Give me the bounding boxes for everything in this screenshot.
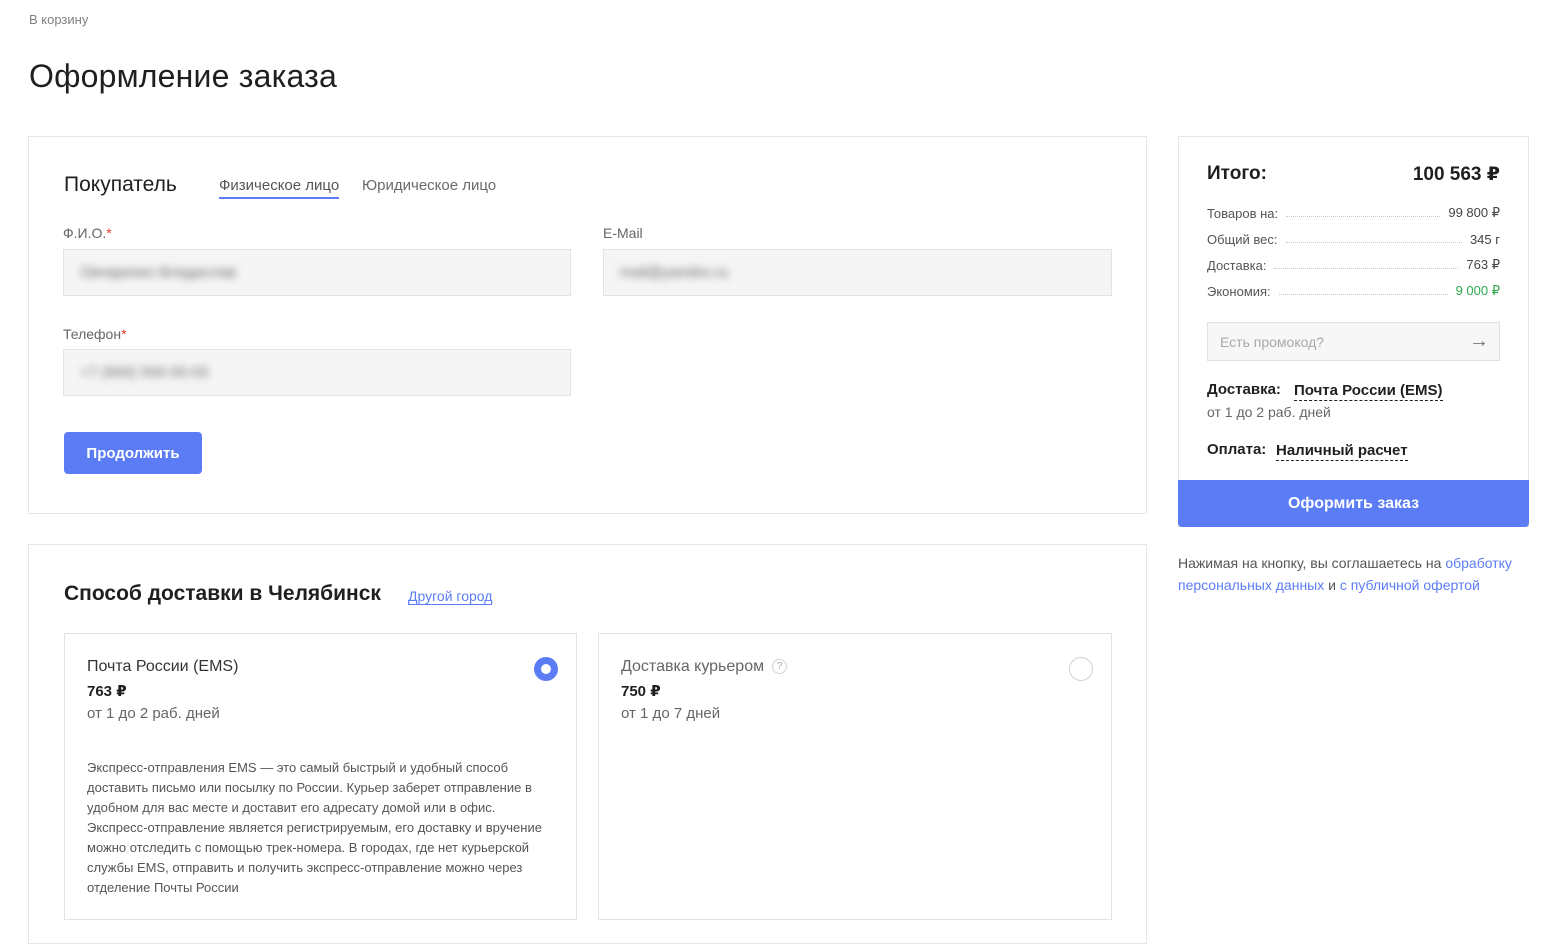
summary-payment-label: Оплата: [1207,441,1267,458]
summary-total: 100 563 ₽ [1412,164,1500,185]
row-label: Доставка: [1207,258,1267,273]
option-term: от 1 до 2 раб. дней [87,705,220,722]
summary-delivery-value[interactable]: Почта России (EMS) [1294,382,1443,401]
buyer-section: Покупатель Физическое лицо Юридическое л… [28,136,1147,514]
place-order-button[interactable]: Оформить заказ [1178,480,1529,527]
dotted-leader [1278,294,1448,295]
option-price: 763 ₽ [87,683,127,700]
tab-legal-entity[interactable]: Юридическое лицо [362,177,496,197]
option-name-wrap: Доставка курьером? [621,658,788,676]
required-mark: * [106,225,112,241]
page-title: Оформление заказа [29,58,337,94]
required-mark: * [121,326,127,342]
dotted-leader [1286,216,1441,217]
email-value: mail@yandex.ru [620,264,729,281]
radio-selected[interactable] [534,657,558,681]
option-description: Экспресс-отправления EMS — это самый быс… [87,760,542,895]
summary-title: Итого: [1207,163,1267,184]
summary-row: Общий вес: 345 г [1207,229,1500,247]
delivery-section: Способ доставки в Челябинск Другой город… [28,544,1147,944]
email-field[interactable]: mail@yandex.ru [603,249,1112,296]
delivery-option-ems[interactable]: Почта России (EMS) 763 ₽ от 1 до 2 раб. … [64,633,577,920]
option-price: 750 ₽ [621,683,661,700]
row-value: 345 г [1469,232,1500,247]
back-to-cart-link[interactable]: В корзину [29,12,88,27]
row-label: Экономия: [1207,284,1271,299]
phone-field[interactable]: +7 (900) 555-55-55 [63,349,571,396]
delivery-option-courier[interactable]: Доставка курьером? 750 ₽ от 1 до 7 дней [598,633,1112,920]
tab-individual[interactable]: Физическое лицо [219,177,340,199]
arrow-right-icon[interactable]: → [1459,323,1499,360]
continue-button[interactable]: Продолжить [64,432,202,474]
dotted-leader [1274,268,1459,269]
row-value: 763 ₽ [1466,257,1500,272]
other-city-link[interactable]: Другой город [408,588,493,605]
phone-label: Телефон* [63,326,127,342]
phone-value: +7 (900) 555-55-55 [80,364,209,381]
summary-delivery-term: от 1 до 2 раб. дней [1207,404,1331,420]
summary-row: Экономия: 9 000 ₽ [1207,281,1500,299]
promo-input[interactable] [1208,323,1459,360]
option-name: Почта России (EMS) [87,658,239,675]
fio-label: Ф.И.О.* [63,225,112,241]
summary-payment-value[interactable]: Наличный расчет [1276,442,1408,461]
public-offer-link[interactable]: с публичной офертой [1340,577,1480,593]
row-value: 99 800 ₽ [1448,205,1500,220]
order-summary: Итого: 100 563 ₽ Товаров на: 99 800 ₽ Общ… [1178,136,1529,527]
option-term: от 1 до 7 дней [621,705,721,722]
buyer-title: Покупатель [64,173,177,196]
fio-field[interactable]: Овчаренко Владислав [63,249,571,296]
email-label: E-Mail [603,225,643,241]
option-name: Доставка курьером [621,658,765,675]
fio-value: Овчаренко Владислав [80,264,237,281]
summary-row: Доставка: 763 ₽ [1207,255,1500,273]
summary-row: Товаров на: 99 800 ₽ [1207,203,1500,221]
radio-unselected[interactable] [1069,657,1093,681]
summary-delivery-label: Доставка: [1207,381,1281,398]
promo-box: → [1207,322,1500,361]
agreement-text: Нажимая на кнопку, вы соглашаетесь на об… [1178,555,1512,593]
row-value-saving: 9 000 ₽ [1455,283,1500,298]
dotted-leader [1285,242,1462,243]
delivery-title: Способ доставки в Челябинск [64,582,381,605]
question-icon[interactable]: ? [772,659,788,675]
row-label: Общий вес: [1207,232,1278,247]
row-label: Товаров на: [1207,206,1279,221]
